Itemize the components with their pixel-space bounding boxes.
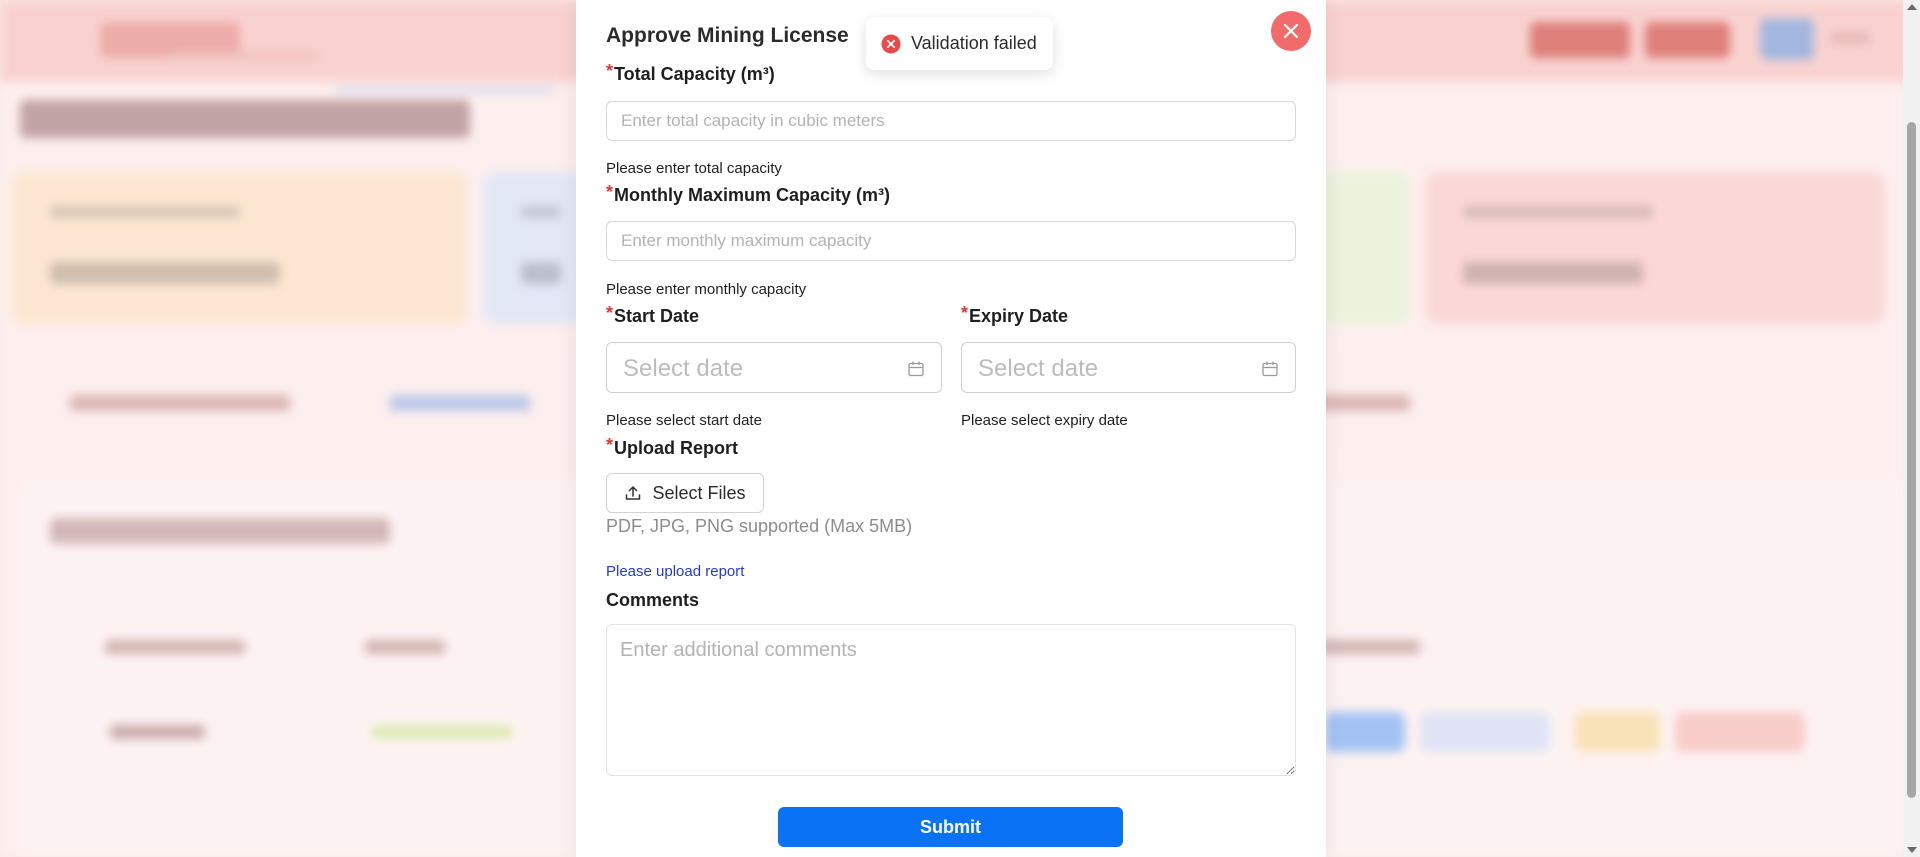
required-mark: * (606, 182, 614, 202)
select-files-label: Select Files (652, 482, 746, 503)
comments-label: Comments (606, 590, 700, 610)
start-date-label: *Start Date (606, 303, 700, 327)
monthly-capacity-label-text: Monthly Maximum Capacity (m³) (614, 185, 891, 205)
total-capacity-input[interactable] (606, 101, 1296, 141)
comments-textarea[interactable] (606, 624, 1296, 776)
page-scrollbar[interactable] (1903, 0, 1920, 857)
start-date-label-text: Start Date (614, 306, 700, 326)
close-button[interactable] (1271, 11, 1311, 51)
modal-title: Approve Mining License (606, 24, 849, 47)
approve-license-modal: Approve Mining License *Total Capacity (… (576, 0, 1326, 857)
start-date-input[interactable] (621, 343, 895, 394)
monthly-capacity-label: *Monthly Maximum Capacity (m³) (606, 182, 891, 206)
total-capacity-label: *Total Capacity (m³) (606, 61, 775, 85)
expiry-date-label: *Expiry Date (961, 303, 1069, 327)
total-capacity-error: Please enter total capacity (606, 160, 782, 177)
start-date-picker[interactable] (606, 342, 942, 394)
upload-report-label-text: Upload Report (614, 438, 739, 458)
expiry-date-error: Please select expiry date (961, 412, 1128, 429)
start-date-error: Please select start date (606, 412, 762, 429)
total-capacity-label-text: Total Capacity (m³) (614, 64, 775, 84)
monthly-capacity-error: Please enter monthly capacity (606, 281, 807, 298)
upload-icon (626, 486, 641, 500)
calendar-icon (908, 361, 924, 377)
required-mark: * (606, 435, 614, 455)
submit-button[interactable]: Submit (778, 807, 1123, 847)
upload-hint: PDF, JPG, PNG supported (Max 5MB) (606, 516, 913, 536)
required-mark: * (606, 303, 614, 323)
expiry-date-picker[interactable] (961, 342, 1296, 394)
scroll-down-arrow-icon[interactable] (1907, 847, 1917, 853)
validation-toast: Validation failed (866, 17, 1053, 70)
expiry-date-input[interactable] (976, 343, 1250, 394)
upload-report-error: Please upload report (606, 563, 745, 580)
error-circle-icon (881, 34, 901, 53)
scrollbar-thumb[interactable] (1907, 122, 1916, 798)
upload-report-label: *Upload Report (606, 435, 739, 459)
select-files-button[interactable]: Select Files (606, 473, 764, 513)
toast-message: Validation failed (911, 33, 1037, 53)
calendar-icon (1262, 361, 1278, 377)
scroll-up-arrow-icon[interactable] (1907, 4, 1917, 10)
required-mark: * (961, 303, 969, 323)
monthly-capacity-input[interactable] (606, 221, 1296, 261)
close-icon (1283, 23, 1299, 39)
expiry-date-label-text: Expiry Date (969, 306, 1069, 326)
required-mark: * (606, 61, 614, 81)
